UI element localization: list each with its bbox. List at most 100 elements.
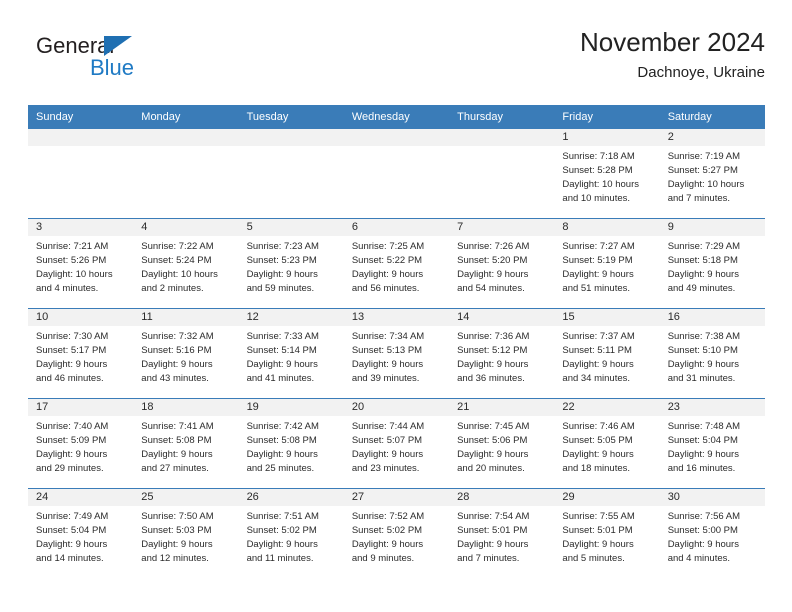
day-number: 26 (238, 489, 344, 506)
day-details: Sunrise: 7:27 AM Sunset: 5:19 PM Dayligh… (554, 236, 659, 296)
sunset-text: Sunset: 5:00 PM (667, 525, 738, 536)
day-details: Sunrise: 7:37 AM Sunset: 5:11 PM Dayligh… (554, 326, 659, 386)
day-cell[interactable]: 14 Sunrise: 7:36 AM Sunset: 5:12 PM Dayl… (449, 309, 555, 398)
day-number: 29 (554, 489, 660, 506)
daylight-text-line1: Daylight: 9 hours (351, 449, 424, 460)
sunrise-text: Sunrise: 7:25 AM (351, 241, 425, 252)
day-cell[interactable]: 9 Sunrise: 7:29 AM Sunset: 5:18 PM Dayli… (659, 219, 765, 308)
sunset-text: Sunset: 5:03 PM (141, 525, 212, 536)
day-cell[interactable]: 26 Sunrise: 7:51 AM Sunset: 5:02 PM Dayl… (238, 489, 344, 578)
daylight-text-line2: and 4 minutes. (36, 283, 99, 294)
weekday-header-tuesday: Tuesday (246, 111, 289, 123)
day-cell[interactable]: 22 Sunrise: 7:46 AM Sunset: 5:05 PM Dayl… (554, 399, 660, 488)
sunrise-text: Sunrise: 7:44 AM (351, 421, 425, 432)
week-row: 1 Sunrise: 7:18 AM Sunset: 5:28 PM Dayli… (28, 129, 765, 218)
day-details: Sunrise: 7:36 AM Sunset: 5:12 PM Dayligh… (449, 326, 554, 386)
daylight-text-line1: Daylight: 9 hours (667, 449, 739, 460)
daylight-text-line2: and 14 minutes. (36, 553, 104, 564)
sunrise-text: Sunrise: 7:48 AM (667, 421, 741, 432)
day-cell[interactable]: 27 Sunrise: 7:52 AM Sunset: 5:02 PM Dayl… (343, 489, 450, 578)
day-details: Sunrise: 7:32 AM Sunset: 5:16 PM Dayligh… (133, 326, 238, 386)
daylight-text-line1: Daylight: 9 hours (351, 269, 424, 280)
daylight-text-line2: and 46 minutes. (36, 373, 104, 384)
day-cell[interactable]: 15 Sunrise: 7:37 AM Sunset: 5:11 PM Dayl… (554, 309, 660, 398)
day-cell[interactable]: 1 Sunrise: 7:18 AM Sunset: 5:28 PM Dayli… (554, 129, 660, 218)
day-cell[interactable]: 17 Sunrise: 7:40 AM Sunset: 5:09 PM Dayl… (28, 399, 134, 488)
sunset-text: Sunset: 5:04 PM (667, 435, 738, 446)
day-cell[interactable]: 25 Sunrise: 7:50 AM Sunset: 5:03 PM Dayl… (133, 489, 239, 578)
week-row: 3 Sunrise: 7:21 AM Sunset: 5:26 PM Dayli… (28, 218, 765, 308)
day-details: Sunrise: 7:19 AM Sunset: 5:27 PM Dayligh… (660, 146, 765, 206)
day-cell[interactable]: 12 Sunrise: 7:33 AM Sunset: 5:14 PM Dayl… (238, 309, 344, 398)
daylight-text-line1: Daylight: 9 hours (562, 539, 634, 550)
page-title: November 2024 (580, 27, 765, 57)
day-cell[interactable]: 29 Sunrise: 7:55 AM Sunset: 5:01 PM Dayl… (554, 489, 660, 578)
sunrise-text: Sunrise: 7:37 AM (562, 331, 635, 342)
day-details: Sunrise: 7:18 AM Sunset: 5:28 PM Dayligh… (554, 146, 659, 206)
day-cell[interactable]: 8 Sunrise: 7:27 AM Sunset: 5:19 PM Dayli… (554, 219, 660, 308)
day-number (449, 129, 555, 146)
day-cell (28, 129, 134, 218)
sunrise-text: Sunrise: 7:27 AM (562, 241, 635, 252)
daylight-text-line2: and 39 minutes. (351, 373, 420, 384)
sunset-text: Sunset: 5:27 PM (667, 165, 738, 176)
day-cell[interactable]: 7 Sunrise: 7:26 AM Sunset: 5:20 PM Dayli… (449, 219, 555, 308)
day-cell[interactable]: 16 Sunrise: 7:38 AM Sunset: 5:10 PM Dayl… (659, 309, 765, 398)
day-cell[interactable]: 13 Sunrise: 7:34 AM Sunset: 5:13 PM Dayl… (343, 309, 450, 398)
daylight-text-line1: Daylight: 9 hours (246, 269, 318, 280)
day-cell[interactable]: 20 Sunrise: 7:44 AM Sunset: 5:07 PM Dayl… (343, 399, 450, 488)
day-details: Sunrise: 7:55 AM Sunset: 5:01 PM Dayligh… (554, 506, 659, 566)
day-cell[interactable]: 6 Sunrise: 7:25 AM Sunset: 5:22 PM Dayli… (343, 219, 450, 308)
day-cell[interactable]: 19 Sunrise: 7:42 AM Sunset: 5:08 PM Dayl… (238, 399, 344, 488)
day-number: 18 (133, 399, 239, 416)
daylight-text-line2: and 29 minutes. (36, 463, 104, 474)
sunset-text: Sunset: 5:09 PM (36, 435, 107, 446)
daylight-text-line1: Daylight: 9 hours (36, 359, 108, 370)
daylight-text-line2: and 2 minutes. (141, 283, 204, 294)
day-number: 27 (343, 489, 450, 506)
day-cell[interactable]: 30 Sunrise: 7:56 AM Sunset: 5:00 PM Dayl… (659, 489, 765, 578)
day-number: 28 (449, 489, 555, 506)
day-details: Sunrise: 7:30 AM Sunset: 5:17 PM Dayligh… (28, 326, 133, 386)
day-number: 12 (238, 309, 344, 326)
day-number: 1 (554, 129, 660, 146)
sunset-text: Sunset: 5:01 PM (562, 525, 633, 536)
day-number: 16 (659, 309, 765, 326)
daylight-text-line1: Daylight: 10 hours (562, 179, 639, 190)
sunrise-text: Sunrise: 7:38 AM (667, 331, 741, 342)
day-details: Sunrise: 7:25 AM Sunset: 5:22 PM Dayligh… (344, 236, 449, 296)
daylight-text-line1: Daylight: 9 hours (457, 269, 529, 280)
day-number: 22 (554, 399, 660, 416)
day-cell[interactable]: 23 Sunrise: 7:48 AM Sunset: 5:04 PM Dayl… (659, 399, 765, 488)
day-details: Sunrise: 7:44 AM Sunset: 5:07 PM Dayligh… (344, 416, 449, 476)
weekday-header-monday: Monday (141, 111, 181, 123)
day-number: 7 (449, 219, 555, 236)
sunset-text: Sunset: 5:04 PM (36, 525, 107, 536)
day-number: 13 (343, 309, 450, 326)
day-cell[interactable]: 11 Sunrise: 7:32 AM Sunset: 5:16 PM Dayl… (133, 309, 239, 398)
brand-logo[interactable]: General Blue (28, 34, 268, 94)
week-row: 24 Sunrise: 7:49 AM Sunset: 5:04 PM Dayl… (28, 488, 765, 578)
day-cell[interactable]: 10 Sunrise: 7:30 AM Sunset: 5:17 PM Dayl… (28, 309, 134, 398)
day-details: Sunrise: 7:49 AM Sunset: 5:04 PM Dayligh… (28, 506, 133, 566)
sunset-text: Sunset: 5:19 PM (562, 255, 633, 266)
daylight-text-line2: and 23 minutes. (351, 463, 420, 474)
day-details: Sunrise: 7:46 AM Sunset: 5:05 PM Dayligh… (554, 416, 659, 476)
daylight-text-line1: Daylight: 9 hours (562, 269, 634, 280)
day-cell[interactable]: 18 Sunrise: 7:41 AM Sunset: 5:08 PM Dayl… (133, 399, 239, 488)
day-cell[interactable]: 3 Sunrise: 7:21 AM Sunset: 5:26 PM Dayli… (28, 219, 134, 308)
day-cell[interactable]: 24 Sunrise: 7:49 AM Sunset: 5:04 PM Dayl… (28, 489, 134, 578)
day-cell[interactable]: 4 Sunrise: 7:22 AM Sunset: 5:24 PM Dayli… (133, 219, 239, 308)
daylight-text-line1: Daylight: 9 hours (141, 539, 213, 550)
day-cell[interactable]: 5 Sunrise: 7:23 AM Sunset: 5:23 PM Dayli… (238, 219, 344, 308)
day-cell[interactable]: 2 Sunrise: 7:19 AM Sunset: 5:27 PM Dayli… (659, 129, 765, 218)
day-details: Sunrise: 7:34 AM Sunset: 5:13 PM Dayligh… (344, 326, 449, 386)
day-number: 23 (659, 399, 765, 416)
day-cell[interactable]: 28 Sunrise: 7:54 AM Sunset: 5:01 PM Dayl… (449, 489, 555, 578)
calendar-grid: Sunday Monday Tuesday Wednesday Thursday… (28, 105, 765, 578)
page-subtitle: Dachnoye, Ukraine (637, 64, 765, 81)
sunrise-text: Sunrise: 7:36 AM (457, 331, 530, 342)
sunset-text: Sunset: 5:12 PM (457, 345, 528, 356)
day-cell[interactable]: 21 Sunrise: 7:45 AM Sunset: 5:06 PM Dayl… (449, 399, 555, 488)
sunrise-text: Sunrise: 7:34 AM (351, 331, 425, 342)
